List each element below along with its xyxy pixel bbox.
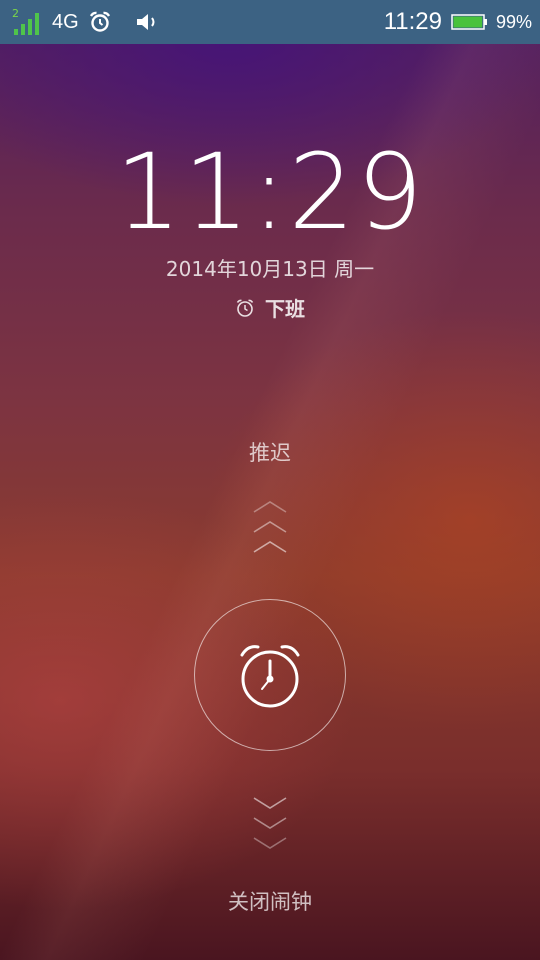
- alarm-name: 下班: [265, 297, 305, 321]
- alarm-icon: [89, 11, 110, 32]
- battery-icon: [451, 14, 487, 30]
- chevron-down-icon: [253, 797, 287, 849]
- status-bar-time: 11:29: [383, 8, 442, 35]
- volume-icon: [136, 14, 155, 30]
- alarm-clock-icon: [240, 645, 300, 708]
- chevron-up-icon: [253, 501, 287, 553]
- alarm-drag-handle[interactable]: [194, 599, 346, 751]
- status-bar-left: 2 4G: [12, 0, 161, 44]
- lock-screen-date: 2014年10月13日 周一: [165, 257, 375, 281]
- lock-screen: 2 4G 11:29 99% 11:29 2014年10月13日 周一 下班 推…: [0, 0, 540, 960]
- signal-indicator: 2: [12, 7, 42, 35]
- dismiss-alarm-label[interactable]: 关闭闹钟: [0, 886, 540, 916]
- network-type: 4G: [52, 10, 79, 33]
- battery-percent: 99%: [495, 11, 532, 32]
- snooze-label[interactable]: 推迟: [0, 437, 540, 467]
- status-bar: 2 4G 11:29 99%: [0, 0, 540, 44]
- small-alarm-icon: [236, 299, 254, 317]
- signal-icon: [14, 13, 39, 35]
- lock-screen-time: 11:29: [115, 131, 425, 253]
- alarm-info: 下班: [0, 293, 540, 322]
- status-bar-right: 11:29 99%: [384, 0, 532, 44]
